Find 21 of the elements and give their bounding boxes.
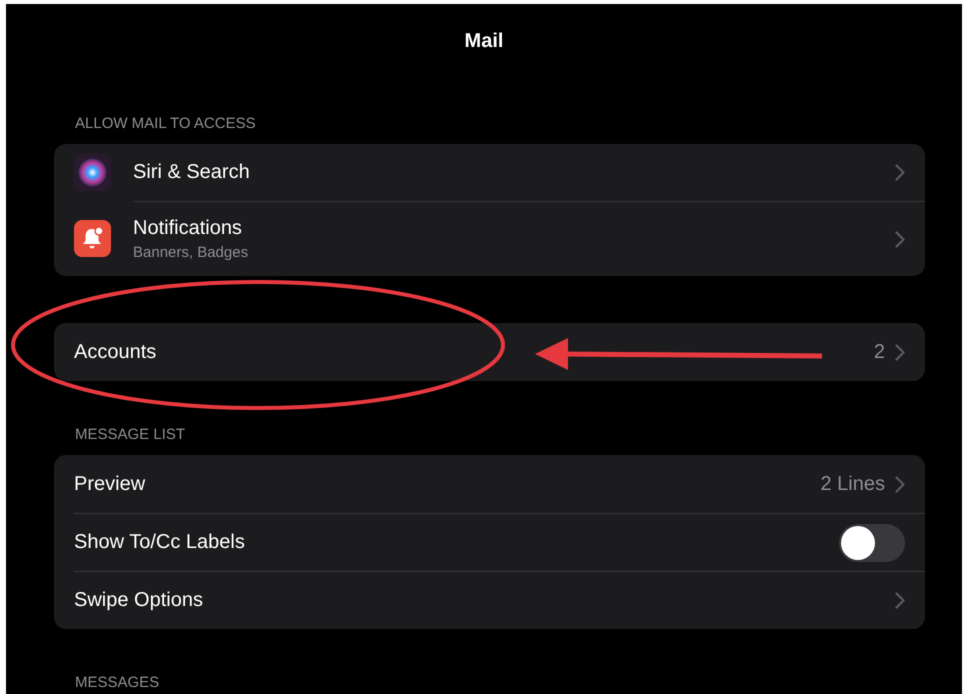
toggle-switch[interactable] [839,524,905,562]
row-label[interactable]: Notifications [133,217,242,240]
siri-icon [74,154,111,191]
chevron-icon [895,230,905,248]
chevron-icon [895,164,905,181]
row-value: 2 [874,340,885,364]
row-label[interactable]: Preview [74,472,146,496]
window-title: Mail [464,29,504,54]
section-header: MESSAGE LIST [74,425,186,445]
row-label[interactable]: Show To/Cc Labels [74,531,245,554]
chevron-icon [895,344,905,360]
section-header: MESSAGES [74,673,160,693]
bell-icon [74,220,111,257]
section-header: ALLOW MAIL TO ACCESS [74,114,256,134]
chevron-icon [895,592,905,609]
row-label[interactable]: Swipe Options [74,589,203,612]
row-label[interactable]: Siri & Search [133,161,250,184]
row-value: 2 Lines [820,472,885,496]
row-label[interactable]: Accounts [74,340,156,364]
chevron-icon [895,476,905,492]
row-subtitle: Banners, Badges [133,244,248,261]
